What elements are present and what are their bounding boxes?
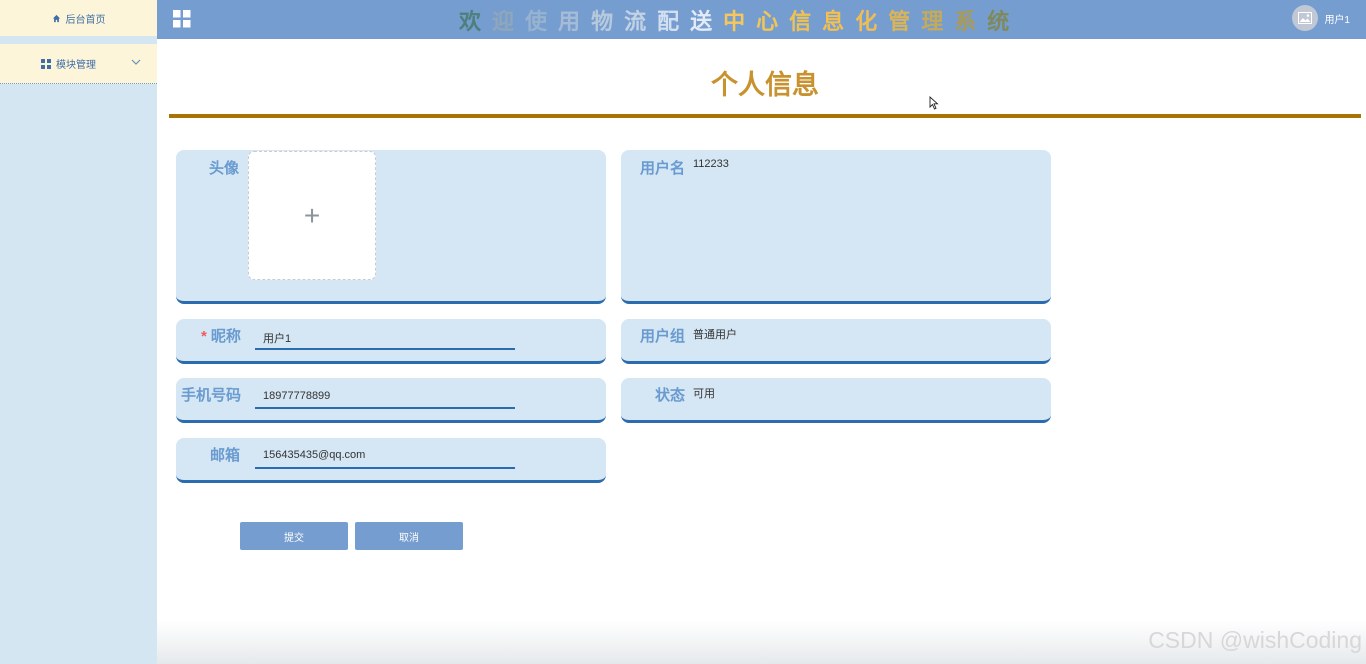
cancel-button[interactable]: 取消 [355,522,463,550]
sidebar-item-module-label: 模块管理 [56,60,96,71]
user-menu[interactable]: 用户1 [1292,5,1350,31]
phone-input-underline [255,407,515,409]
avatar-upload[interactable]: + [248,151,376,280]
system-title-char: 物 [591,9,625,34]
avatar [1292,5,1319,31]
title-divider [169,114,1361,118]
system-title-char: 息 [822,9,856,34]
system-title-char: 送 [690,9,724,34]
username-label: 用户名 [640,160,686,177]
username-field-card: 用户名 112233 [621,150,1051,304]
system-title-char: 用 [558,9,592,34]
sidebar-item-home-label: 后台首页 [65,14,106,26]
user-name: 用户1 [1324,14,1350,26]
watermark: CSDN @wishCoding [1148,627,1362,653]
sidebar-item-module-management[interactable]: 模块管理 [0,44,157,84]
phone-input[interactable]: 18977778899 [263,390,330,402]
system-title-char: 使 [525,9,559,34]
nickname-label: * 昵称 [201,325,241,346]
status-value: 可用 [693,388,715,400]
sidebar: 后台首页 模块管理 [0,0,157,664]
system-title-char: 配 [657,9,691,34]
menu-grid-icon[interactable] [173,10,191,28]
nickname-label-text: 昵称 [210,328,241,345]
status-field-card: 状态 可用 [621,378,1051,423]
phone-field-card: 手机号码 18977778899 [176,378,606,423]
system-title-char: 迎 [492,9,526,34]
system-title-char: 化 [855,9,889,34]
system-title-char: 流 [624,9,658,34]
avatar-label: 头像 [209,160,240,177]
image-icon [1298,12,1313,24]
page-title: 个人信息 [711,70,819,100]
system-title: 欢迎使用物流配送中心信息化管理系统 [459,4,1020,36]
email-label: 邮箱 [210,447,241,464]
nickname-input[interactable]: 用户1 [263,330,291,346]
avatar-field-card: 头像 + [176,150,606,304]
system-title-char: 理 [921,9,955,34]
required-mark: * [201,328,207,345]
email-input[interactable]: 156435435@qq.com [263,449,365,461]
system-title-char: 心 [756,9,790,34]
grid-icon [41,58,51,69]
system-title-char: 中 [723,9,757,34]
username-value: 112233 [693,158,729,170]
system-title-char: 系 [954,9,988,34]
plus-icon: + [303,199,321,231]
submit-button[interactable]: 提交 [240,522,348,550]
email-field-card: 邮箱 156435435@qq.com [176,438,606,483]
top-header: 欢迎使用物流配送中心信息化管理系统 用户1 [157,0,1366,39]
system-title-char: 管 [888,9,922,34]
sidebar-item-home[interactable]: 后台首页 [0,0,157,36]
usergroup-value: 普通用户 [693,329,737,341]
system-title-char: 欢 [459,9,493,34]
phone-label: 手机号码 [181,387,242,404]
nickname-field-card: * 昵称 用户1 [176,319,606,364]
mouse-cursor-icon [929,95,939,115]
status-label: 状态 [655,387,686,404]
chevron-down-icon[interactable] [130,56,142,71]
usergroup-field-card: 用户组 普通用户 [621,319,1051,364]
home-icon [52,14,61,23]
email-input-underline [255,467,515,469]
system-title-char: 信 [789,9,823,34]
system-title-char: 统 [987,9,1021,34]
usergroup-label: 用户组 [640,328,686,345]
nickname-input-underline [255,348,515,350]
